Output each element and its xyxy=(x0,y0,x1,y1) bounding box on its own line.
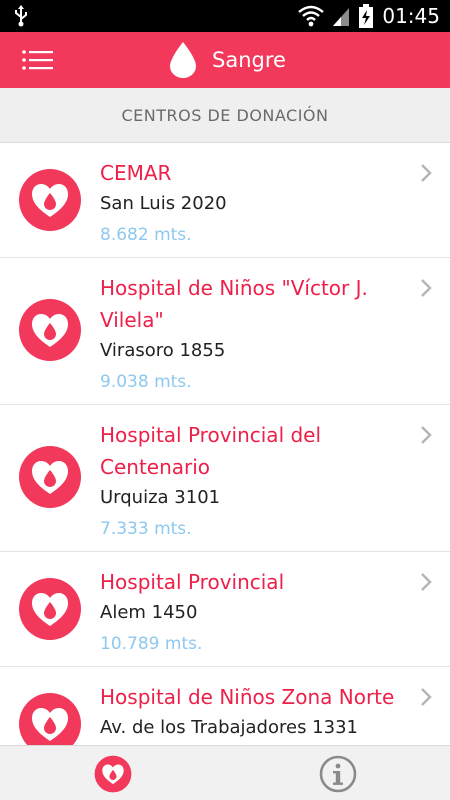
chevron-right-icon xyxy=(421,573,432,591)
section-header: CENTROS DE DONACIÓN xyxy=(0,88,450,143)
center-distance: 9.038 mts. xyxy=(100,372,192,392)
battery-charging-icon xyxy=(359,4,374,28)
center-address: San Luis 2020 xyxy=(100,193,227,214)
heart-drop-icon xyxy=(19,299,81,361)
list-item[interactable]: Hospital Provincial del Centenario Urqui… xyxy=(0,405,450,552)
center-distance: 7.333 mts. xyxy=(100,519,192,539)
chevron-right-icon xyxy=(421,164,432,182)
tab-donation-centers[interactable] xyxy=(0,746,225,800)
menu-icon[interactable] xyxy=(20,46,56,74)
center-name: Hospital de Niños Zona Norte xyxy=(100,685,395,709)
heart-drop-icon xyxy=(19,169,81,231)
app-title-group: Sangre xyxy=(168,40,286,80)
center-name: CEMAR xyxy=(100,161,172,185)
app-screen: 01:45 Sangre CENTROS DE DONACIÓN CEMAR S… xyxy=(0,0,450,800)
center-address: Alem 1450 xyxy=(100,602,198,623)
status-bar: 01:45 xyxy=(0,0,450,32)
donation-centers-list[interactable]: CEMAR San Luis 2020 8.682 mts. Hospital … xyxy=(0,143,450,745)
heart-drop-tab-icon xyxy=(94,755,131,792)
center-address: Av. de los Trabajadores 1331 xyxy=(100,717,358,738)
usb-icon xyxy=(15,5,27,27)
item-text: Hospital de Niños Zona Norte Av. de los … xyxy=(100,681,400,743)
signal-icon xyxy=(333,8,350,26)
item-text: Hospital Provincial del Centenario Urqui… xyxy=(100,419,400,545)
center-address: Urquiza 3101 xyxy=(100,487,221,508)
item-text: Hospital Provincial Alem 1450 10.789 mts… xyxy=(100,566,400,660)
chevron-right-icon xyxy=(421,688,432,706)
heart-drop-icon xyxy=(19,578,81,640)
center-distance: 8.682 mts. xyxy=(100,225,192,245)
chevron-right-icon xyxy=(421,426,432,444)
chevron-right-icon xyxy=(421,279,432,297)
bottom-nav xyxy=(0,745,450,800)
tab-info[interactable] xyxy=(225,746,450,800)
heart-drop-icon xyxy=(19,693,81,745)
app-bar: Sangre xyxy=(0,32,450,88)
info-icon xyxy=(319,755,356,792)
center-name: Hospital Provincial del Centenario xyxy=(100,423,322,479)
list-item[interactable]: Hospital de Niños "Víctor J. Vilela" Vir… xyxy=(0,258,450,405)
status-time: 01:45 xyxy=(382,4,440,28)
wifi-icon xyxy=(298,5,325,27)
center-name: Hospital Provincial xyxy=(100,570,285,594)
list-item[interactable]: CEMAR San Luis 2020 8.682 mts. xyxy=(0,143,450,258)
section-title: CENTROS DE DONACIÓN xyxy=(121,105,329,125)
item-text: CEMAR San Luis 2020 8.682 mts. xyxy=(100,157,400,251)
center-address: Virasoro 1855 xyxy=(100,340,226,361)
center-distance: 10.789 mts. xyxy=(100,634,203,654)
app-title: Sangre xyxy=(212,48,286,72)
list-item[interactable]: Hospital Provincial Alem 1450 10.789 mts… xyxy=(0,552,450,667)
blood-drop-logo-icon xyxy=(170,42,196,78)
center-name: Hospital de Niños "Víctor J. Vilela" xyxy=(100,276,368,332)
heart-drop-icon xyxy=(19,446,81,508)
list-item[interactable]: Hospital de Niños Zona Norte Av. de los … xyxy=(0,667,450,745)
item-text: Hospital de Niños "Víctor J. Vilela" Vir… xyxy=(100,272,400,398)
